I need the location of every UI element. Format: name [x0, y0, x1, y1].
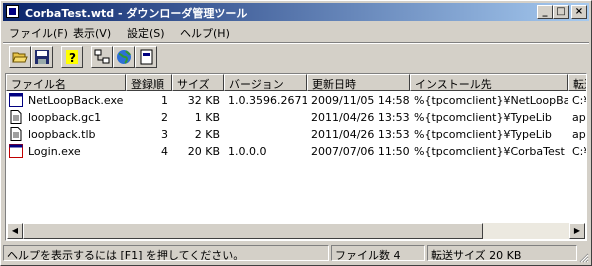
file-size: 2 KB [194, 128, 220, 141]
exe-icon [9, 144, 23, 158]
open-folder-icon [12, 52, 28, 63]
list-header: ファイル名 登録順 サイズ バージョン 更新日時 インストール先 転送 [6, 74, 586, 91]
resize-grip-icon[interactable] [577, 251, 589, 263]
close-button[interactable]: × [571, 5, 587, 19]
file-list[interactable]: ファイル名 登録順 サイズ バージョン 更新日時 インストール先 転送 NetL… [5, 73, 587, 241]
file-dest: %{tpcomclient}¥TypeLib [414, 111, 552, 124]
file-date: 2007/07/06 11:50 [311, 145, 410, 158]
table-row[interactable]: Login.exe 4 20 KB 1.0.0.0 2007/07/06 11:… [6, 143, 586, 161]
column-transfer[interactable]: 転送 [568, 74, 586, 91]
file-name: loopback.gc1 [28, 111, 102, 124]
status-file-count: ファイル数 4 [331, 245, 425, 261]
window-button[interactable] [135, 46, 157, 68]
scroll-right-button[interactable]: ▶ [569, 223, 585, 239]
exe-icon [9, 93, 23, 107]
column-order[interactable]: 登録順 [126, 74, 172, 91]
menu-view[interactable]: 表示(V) [73, 25, 111, 41]
save-icon [35, 50, 49, 64]
help-button[interactable]: ? [61, 46, 83, 68]
globe-icon [117, 50, 131, 64]
file-name: loopback.tlb [28, 128, 96, 141]
document-icon [10, 110, 22, 124]
menu-settings[interactable]: 設定(S) [127, 25, 165, 41]
file-order: 1 [161, 94, 168, 107]
file-dest: %{tpcomclient}¥NetLoopBack [414, 94, 568, 107]
column-size[interactable]: サイズ [172, 74, 224, 91]
document-icon [10, 127, 22, 141]
save-button[interactable] [31, 46, 53, 68]
network-button[interactable] [91, 46, 113, 68]
file-order: 3 [161, 128, 168, 141]
table-row[interactable]: loopback.tlb 3 2 KB 2011/04/26 13:53 %{t… [6, 126, 586, 144]
open-folder-button[interactable] [9, 46, 31, 68]
maximize-button[interactable]: □ [553, 5, 569, 19]
file-version: 1.0.0.0 [228, 145, 267, 158]
column-version[interactable]: バージョン [224, 74, 307, 91]
file-date: 2011/04/26 13:53 [311, 111, 410, 124]
column-modified[interactable]: 更新日時 [307, 74, 410, 91]
file-transfer: C:¥ [572, 94, 586, 107]
network-icon [94, 49, 110, 64]
toolbar: ? [3, 44, 589, 72]
file-transfer: aps [572, 111, 586, 124]
file-dest: %{tpcomclient}¥TypeLib [414, 128, 552, 141]
table-row[interactable]: loopback.gc1 2 1 KB 2011/04/26 13:53 %{t… [6, 109, 586, 127]
file-size: 20 KB [187, 145, 220, 158]
title-bar[interactable]: CorbaTest.wtd - ダウンローダ管理ツール _ □ × [3, 3, 589, 21]
app-icon[interactable] [6, 5, 19, 18]
file-version: 1.0.3596.26712 [228, 94, 307, 107]
app-window: CorbaTest.wtd - ダウンローダ管理ツール _ □ × ファイル(F… [0, 0, 592, 266]
status-bar: ヘルプを表示するには [F1] を押してください。 ファイル数 4 転送サイズ … [3, 244, 589, 263]
file-name: NetLoopBack.exe [28, 94, 124, 107]
status-help-text: ヘルプを表示するには [F1] を押してください。 [3, 245, 329, 261]
file-date: 2009/11/05 14:58 [311, 94, 410, 107]
menu-bar: ファイル(F) 表示(V) 設定(S) ヘルプ(H) [3, 22, 589, 41]
scroll-thumb[interactable] [23, 223, 483, 239]
menu-help[interactable]: ヘルプ(H) [180, 25, 230, 41]
menu-file[interactable]: ファイル(F) [9, 25, 68, 41]
help-icon: ? [66, 50, 78, 65]
file-date: 2011/04/26 13:53 [311, 128, 410, 141]
file-order: 4 [161, 145, 168, 158]
column-filename[interactable]: ファイル名 [6, 74, 126, 91]
scroll-left-button[interactable]: ◀ [7, 223, 23, 239]
window-icon [140, 49, 153, 65]
table-row[interactable]: NetLoopBack.exe 1 32 KB 1.0.3596.26712 2… [6, 92, 586, 110]
file-order: 2 [161, 111, 168, 124]
svg-text:?: ? [69, 51, 76, 65]
globe-button[interactable] [113, 46, 135, 68]
file-transfer: aps [572, 128, 586, 141]
window-title: CorbaTest.wtd - ダウンローダ管理ツール [25, 7, 248, 20]
file-transfer: C:¥ [572, 145, 586, 158]
horizontal-scrollbar[interactable]: ◀ ▶ [7, 223, 585, 239]
column-install-dest[interactable]: インストール先 [410, 74, 568, 91]
file-size: 1 KB [194, 111, 220, 124]
file-name: Login.exe [28, 145, 81, 158]
status-transfer-size: 転送サイズ 20 KB [427, 245, 577, 261]
file-size: 32 KB [187, 94, 220, 107]
minimize-button[interactable]: _ [537, 5, 553, 19]
file-dest: %{tpcomclient}¥CorbaTest [414, 145, 565, 158]
